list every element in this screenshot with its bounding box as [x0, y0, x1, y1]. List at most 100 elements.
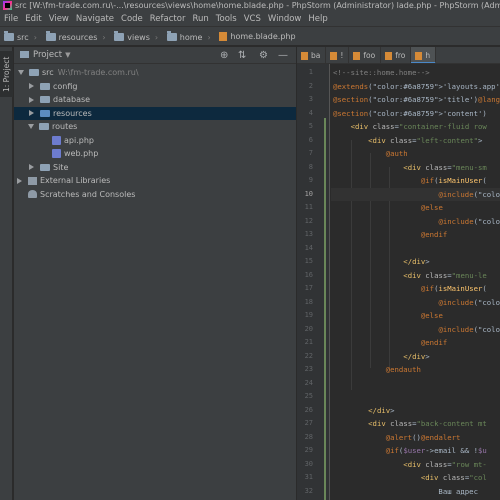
- tree-item-external-libraries[interactable]: External Libraries: [14, 174, 296, 188]
- code-line[interactable]: <div class="col: [333, 471, 487, 485]
- tree-item-scratches[interactable]: Scratches and Consoles: [14, 188, 296, 202]
- line-number: 11: [304, 203, 313, 211]
- hide-icon[interactable]: —: [278, 47, 288, 64]
- chevron-down-icon[interactable]: [28, 124, 34, 129]
- code-line[interactable]: @endauth: [333, 363, 421, 377]
- code-line[interactable]: @if($user->email && !$u: [333, 444, 487, 458]
- code-line[interactable]: @else: [333, 201, 443, 215]
- code-line[interactable]: <div class="menu-sm: [333, 161, 487, 175]
- vcs-change-marker[interactable]: [324, 118, 326, 500]
- project-tool-tab[interactable]: 1: Project: [0, 51, 13, 97]
- code-line[interactable]: <div class="left-content">: [333, 134, 482, 148]
- menu-vcs[interactable]: VCS: [240, 12, 264, 27]
- code-line[interactable]: @include("color:#6a8759">'s: [333, 296, 500, 310]
- breadcrumb-views[interactable]: views ›: [114, 28, 160, 47]
- folder-icon: [45, 31, 56, 41]
- code-line[interactable]: <div class="menu-le: [333, 269, 487, 283]
- blade-file-icon: [353, 52, 361, 60]
- code-line[interactable]: </div>: [333, 404, 394, 418]
- line-number: 3: [308, 95, 313, 103]
- folder-icon: [40, 96, 50, 103]
- line-number: 14: [304, 243, 313, 252]
- breadcrumb-home[interactable]: home ›: [166, 28, 213, 47]
- project-panel-title[interactable]: Project: [33, 50, 62, 60]
- blade-file-icon: [385, 52, 393, 60]
- line-number: 26: [304, 405, 313, 414]
- line-number: 10: [304, 189, 313, 198]
- line-number: 15: [304, 257, 313, 265]
- menu-window[interactable]: Window: [264, 12, 305, 27]
- menu-file[interactable]: File: [0, 12, 21, 27]
- chevron-right-icon[interactable]: [17, 177, 22, 184]
- code-line[interactable]: @include("color:#6a8759">'s: [333, 215, 500, 229]
- line-number: 4: [308, 108, 313, 117]
- code-line[interactable]: @auth: [333, 147, 408, 161]
- line-number: 27: [304, 419, 313, 427]
- tree-item-database[interactable]: database: [14, 93, 296, 107]
- editor-tab-active[interactable]: h: [411, 47, 437, 63]
- menu-navigate[interactable]: Navigate: [72, 12, 117, 27]
- code-line[interactable]: @section("color:#6a8759">'title')@lang("…: [333, 93, 500, 107]
- breadcrumb-src[interactable]: src ›: [4, 28, 39, 47]
- breadcrumb-resources[interactable]: resources ›: [45, 28, 108, 47]
- code-line[interactable]: @endif: [333, 228, 447, 242]
- menu-edit[interactable]: Edit: [21, 12, 44, 27]
- menu-refactor[interactable]: Refactor: [146, 12, 189, 27]
- gear-icon[interactable]: ⚙: [259, 47, 268, 64]
- code-line[interactable]: <div class="row mt-: [333, 458, 487, 472]
- line-number: 13: [304, 230, 313, 238]
- tree-item-routes[interactable]: routes: [14, 120, 296, 134]
- editor-tab[interactable]: foo: [349, 47, 382, 63]
- code-line[interactable]: @if(isMainUser(: [333, 174, 487, 188]
- target-icon[interactable]: ⊕: [220, 47, 228, 64]
- chevron-right-icon[interactable]: [29, 96, 34, 103]
- project-icon: [20, 51, 29, 58]
- line-number: 6: [308, 135, 313, 144]
- menu-tools[interactable]: Tools: [212, 12, 240, 27]
- breadcrumb-file[interactable]: home.blade.php: [219, 27, 296, 46]
- breadcrumb: src › resources › views › home › home.blade.…: [0, 27, 500, 46]
- code-line[interactable]: </div>: [333, 255, 429, 269]
- line-number: 16: [304, 270, 313, 279]
- tree-item-resources[interactable]: resources: [14, 106, 296, 120]
- code-line[interactable]: Ваш адрес: [333, 485, 478, 499]
- editor-tab[interactable]: !: [326, 47, 350, 63]
- tree-item-site[interactable]: Site: [14, 161, 296, 175]
- tree-item-api-php[interactable]: api.php: [14, 134, 296, 148]
- code-line[interactable]: @include("color:#6a8759">'s: [331, 187, 500, 201]
- chevron-right-icon[interactable]: [29, 83, 34, 89]
- code-line[interactable]: @include("color:#6a8759">'s: [333, 323, 500, 337]
- code-editor[interactable]: <!--site::home.home--> @extends("color:#6…: [331, 64, 500, 500]
- menu-view[interactable]: View: [45, 12, 72, 27]
- chevron-right-icon[interactable]: [29, 110, 34, 116]
- tree-item-web-php[interactable]: web.php: [14, 147, 296, 161]
- code-line[interactable]: @section("color:#6a8759">'content'): [333, 107, 487, 121]
- menu-code[interactable]: Code: [117, 12, 146, 27]
- editor-tab[interactable]: fro: [381, 47, 412, 63]
- code-line[interactable]: @else: [333, 309, 443, 323]
- editor-tab-bar: ba! foo fro h: [297, 47, 500, 64]
- code-line[interactable]: @extends("color:#6a8759">'layouts.app'): [333, 80, 500, 94]
- code-line[interactable]: <!--site::home.home-->: [333, 66, 430, 80]
- code-line[interactable]: @endif: [333, 336, 447, 350]
- line-number: 21: [304, 338, 313, 346]
- collapse-icon[interactable]: ⇅: [238, 47, 246, 64]
- tree-item-src[interactable]: src W:\fm-trade.com.ru\: [14, 66, 296, 80]
- code-line[interactable]: <div class="back-content mt: [333, 417, 487, 431]
- code-line[interactable]: </div>: [333, 350, 429, 364]
- chevron-down-icon[interactable]: [18, 70, 24, 75]
- code-line[interactable]: @if(isMainUser(: [333, 282, 487, 296]
- menu-help[interactable]: Help: [304, 12, 330, 27]
- code-line[interactable]: @alert()@endalert: [333, 431, 461, 445]
- tree-item-config[interactable]: config: [14, 80, 296, 94]
- editor-tab[interactable]: ba: [297, 47, 327, 63]
- chevron-down-icon[interactable]: ▼: [65, 51, 70, 59]
- line-number: 7: [308, 149, 313, 157]
- library-icon: [28, 176, 37, 185]
- chevron-right-icon[interactable]: [29, 164, 34, 170]
- code-line[interactable]: <div class="container-fluid row: [333, 120, 487, 134]
- menu-run[interactable]: Run: [188, 12, 211, 27]
- blade-file-icon: [330, 52, 338, 60]
- line-number: 25: [304, 392, 313, 400]
- menu-bar: File Edit View Navigate Code Refactor Run Tools…: [0, 12, 500, 27]
